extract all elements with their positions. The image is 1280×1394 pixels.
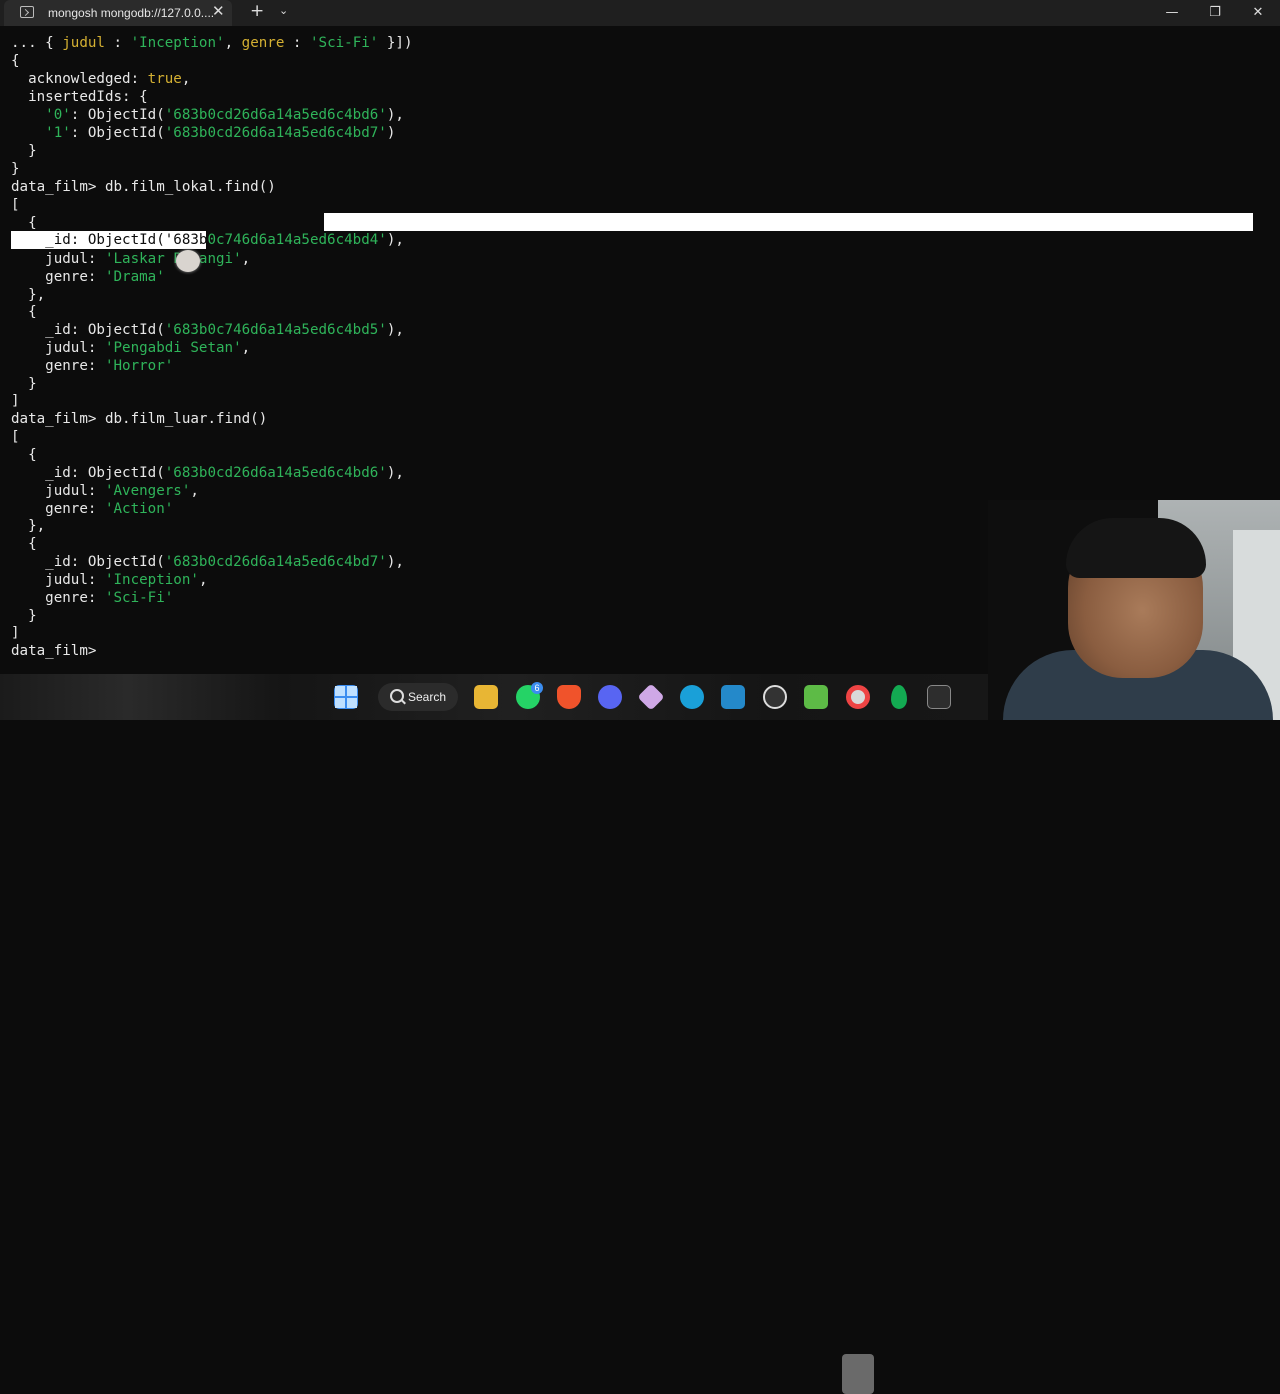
android-studio-icon[interactable] [804,685,828,709]
recorder-icon[interactable] [846,685,870,709]
terminal-line: insertedIds: { [11,89,148,105]
webcam-person-hair [1066,518,1206,578]
terminal-line: { [11,304,37,320]
tab-title: mongosh mongodb://127.0.0.... [48,6,215,20]
edge-browser-icon[interactable] [680,685,704,709]
terminal-line: genre: 'Action' [11,501,174,517]
terminal-line: } [11,161,20,177]
terminal-prompt-line: data_film> db.film_lokal.find() [11,179,276,195]
terminal-icon[interactable] [927,685,951,709]
title-bar: mongosh mongodb://127.0.0.... ✕ + ⌄ — ❐ … [0,0,1280,26]
search-label: Search [408,690,447,704]
brave-browser-icon[interactable] [557,685,581,709]
notification-badge: 6 [531,682,543,694]
close-tab-icon[interactable]: ✕ [212,2,225,20]
terminal-line: judul: 'Inception', [11,572,208,588]
maximize-button[interactable]: ❐ [1193,0,1237,26]
file-explorer-icon[interactable] [474,685,498,709]
terminal-line: }, [11,518,46,534]
obs-icon[interactable] [763,685,787,709]
terminal-line: } [11,143,37,159]
discord-icon[interactable] [598,685,622,709]
vscode-icon[interactable] [721,685,745,709]
search-icon [390,689,404,703]
terminal-line: _id: ObjectId('683b0c746d6a14a5ed6c4bd4'… [11,232,404,248]
active-app-highlight [842,1354,874,1394]
new-tab-button[interactable]: + [250,1,264,21]
terminal-line: ] [11,393,20,409]
mouse-cursor-icon [176,250,200,272]
terminal-prompt-line: data_film> db.film_luar.find() [11,411,268,427]
terminal-line: '0': ObjectId('683b0cd26d6a14a5ed6c4bd6'… [45,107,404,123]
terminal-line: judul: 'Pengabdi Setan', [11,340,251,356]
terminal-line: genre: 'Drama' [11,269,165,285]
minimize-button[interactable]: — [1150,0,1194,26]
terminal-line: { [11,536,37,552]
terminal-line: _id: ObjectId('683b0cd26d6a14a5ed6c4bd6'… [11,465,404,481]
close-window-button[interactable]: ✕ [1236,0,1280,26]
terminal-line: }, [11,287,46,303]
terminal-line: '1': ObjectId('683b0cd26d6a14a5ed6c4bd7'… [45,125,396,141]
terminal-tab[interactable]: mongosh mongodb://127.0.0.... ✕ [4,0,232,26]
mongodb-compass-icon[interactable] [891,685,907,709]
terminal-line: } [11,376,37,392]
terminal-line: { [11,53,20,69]
terminal-line: acknowledged: true, [11,71,191,87]
terminal-line: judul: 'Avengers', [11,483,199,499]
cube-app-icon[interactable] [637,683,665,711]
terminal-line: genre: 'Horror' [11,358,174,374]
terminal-tab-icon [20,6,34,18]
webcam-overlay [988,500,1280,720]
terminal-line: [ [11,429,20,445]
terminal-line: { [11,447,37,463]
terminal-line: genre: 'Sci-Fi' [11,590,174,606]
terminal-line: [ [11,197,20,213]
terminal-line: ] [11,625,20,641]
terminal-line: } [11,608,37,624]
terminal-line: { [11,215,37,231]
terminal-line: judul: 'Laskar Pelangi', [11,251,251,267]
terminal-input-prompt[interactable]: data_film> [11,642,105,660]
terminal-line: _id: ObjectId('683b0cd26d6a14a5ed6c4bd7'… [11,554,404,570]
terminal-line: ... { judul : 'Inception', genre : 'Sci-… [11,35,413,51]
selection-highlight [324,213,1253,231]
windows-start-icon[interactable] [334,685,358,709]
chevron-down-icon[interactable]: ⌄ [279,4,288,17]
search-button[interactable]: Search [378,683,458,711]
terminal-line: _id: ObjectId('683b0c746d6a14a5ed6c4bd5'… [11,322,404,338]
